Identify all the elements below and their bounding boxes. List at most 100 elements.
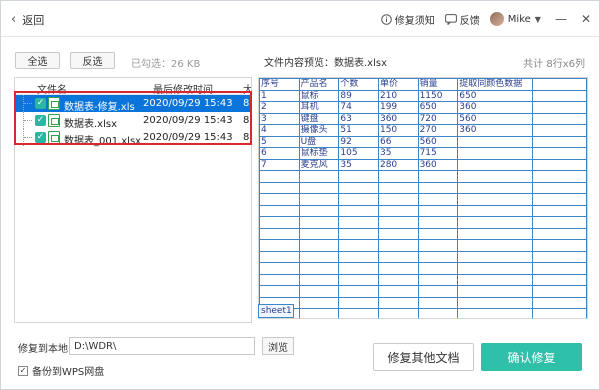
preview-cell: [338, 204, 379, 217]
preview-cell: 715: [417, 147, 459, 160]
backup-option[interactable]: ✓ 备份到WPS网盘: [18, 363, 104, 378]
preview-cell: [532, 308, 587, 318]
preview-cell: 6: [259, 147, 300, 160]
preview-cell: [259, 170, 300, 183]
preview-cell: 销量: [417, 78, 459, 91]
sheet-tab[interactable]: sheet1: [258, 304, 294, 318]
preview-cell: 150: [377, 124, 419, 137]
preview-cell: [377, 193, 419, 206]
file-list-header: 文件名 最后修改时间 大: [15, 78, 251, 96]
minimize-icon[interactable]: —: [555, 12, 567, 26]
file-name: 数据表.xlsx: [64, 119, 118, 130]
browse-button[interactable]: 浏览: [262, 337, 294, 355]
preview-cell: [259, 285, 300, 298]
preview-cell: 105: [338, 147, 379, 160]
preview-cell: [417, 181, 459, 194]
column-header-modified[interactable]: 最后修改时间: [153, 81, 213, 96]
file-name: 数据表_001.xlsx: [64, 136, 142, 147]
preview-cell: 74: [338, 101, 379, 114]
preview-cell: 270: [417, 124, 459, 137]
preview-cell: U盘: [298, 135, 340, 148]
preview-cell: 鼠标: [298, 89, 340, 102]
preview-cell: [338, 308, 379, 318]
backup-checkbox[interactable]: ✓: [18, 365, 28, 376]
file-checkbox[interactable]: ✓: [35, 115, 46, 126]
preview-cell: 提取同颜色数据: [457, 78, 534, 91]
chevron-left-icon: ‹: [11, 12, 17, 27]
preview-cell: [338, 239, 379, 252]
user-name: Mike: [507, 13, 531, 25]
preview-cell: [457, 147, 534, 160]
caret-down-icon: ▼: [534, 14, 541, 24]
preview-row: 4 摄像头 51 150 270 360: [259, 124, 587, 137]
preview-cell: [298, 308, 340, 318]
backup-label: 备份到WPS网盘: [32, 367, 105, 378]
preview-empty-row: [259, 227, 587, 240]
preview-cell: [377, 181, 419, 194]
file-row[interactable]: ✓ 数据表-修复.xls 2020/09/29 15:43 8: [15, 95, 251, 113]
restore-location-label: 修复到本地: [18, 344, 68, 355]
preview-cell: [338, 181, 379, 194]
preview-cell: [417, 273, 459, 286]
file-size: 8: [243, 132, 250, 143]
preview-cell: 2: [259, 101, 300, 114]
preview-cell: 35: [338, 158, 379, 171]
preview-cell: [298, 296, 340, 309]
file-row[interactable]: ✓ 数据表.xlsx 2020/09/29 15:43 8: [15, 112, 251, 130]
preview-cell: [457, 170, 534, 183]
file-list-panel: 文件名 最后修改时间 大 ⌄ ✓数据表-修复.xls2020/09/29 15:…: [14, 77, 252, 323]
feedback-link[interactable]: 反馈: [444, 12, 480, 27]
back-button[interactable]: ‹ 返回: [11, 12, 44, 28]
repair-other-button[interactable]: 修复其他文档: [373, 343, 474, 371]
preview-row: 6 鼠标垫 105 35 715: [259, 147, 587, 160]
help-link[interactable]: 修复须知: [380, 12, 435, 27]
file-size: 8: [243, 98, 250, 109]
preview-cell: [457, 204, 534, 217]
preview-row: 5 U盘 92 66 560: [259, 135, 587, 148]
preview-cell: 鼠标垫: [298, 147, 340, 160]
preview-cell: [259, 193, 300, 206]
preview-cell: [259, 273, 300, 286]
user-menu[interactable]: Mike ▼: [489, 12, 541, 26]
invert-selection-button[interactable]: 反选: [70, 52, 115, 69]
preview-cell: 89: [338, 89, 379, 102]
preview-cell: [532, 216, 587, 229]
file-row[interactable]: ✓ 数据表_001.xlsx 2020/09/29 15:43 8: [15, 129, 251, 147]
preview-row: 2 耳机 74 199 650 360: [259, 101, 587, 114]
preview-cell: 1150: [417, 89, 459, 102]
preview-cell: [298, 193, 340, 206]
preview-cell: [338, 273, 379, 286]
file-modified-date: 2020/09/29 15:43: [143, 115, 233, 126]
preview-cell: [417, 285, 459, 298]
file-checkbox[interactable]: ✓: [35, 98, 46, 109]
preview-empty-row: [259, 273, 587, 286]
restore-path-input[interactable]: [69, 337, 255, 355]
chat-icon: [444, 13, 457, 25]
preview-empty-row: [259, 204, 587, 217]
preview-cell: [298, 216, 340, 229]
preview-cell: 1: [259, 89, 300, 102]
preview-empty-row: [259, 216, 587, 229]
file-checkbox[interactable]: ✓: [35, 132, 46, 143]
preview-cell: [338, 285, 379, 298]
preview-cell: [259, 250, 300, 263]
preview-cell: [338, 250, 379, 263]
preview-cell: [338, 262, 379, 275]
preview-cell: [298, 170, 340, 183]
preview-cell: 560: [417, 135, 459, 148]
column-header-filename[interactable]: 文件名: [37, 81, 67, 96]
preview-cell: [532, 135, 587, 148]
preview-cell: [532, 124, 587, 137]
preview-cell: [377, 308, 419, 318]
preview-cell: [532, 250, 587, 263]
preview-cell: [417, 250, 459, 263]
preview-cell: 360: [377, 112, 419, 125]
close-icon[interactable]: ✕: [581, 12, 591, 26]
preview-cell: [259, 181, 300, 194]
column-header-size[interactable]: 大: [243, 81, 251, 96]
preview-cell: [417, 296, 459, 309]
preview-cell: [457, 181, 534, 194]
confirm-repair-button[interactable]: 确认修复: [481, 343, 582, 371]
preview-cell: [377, 262, 419, 275]
select-all-button[interactable]: 全选: [15, 52, 60, 69]
